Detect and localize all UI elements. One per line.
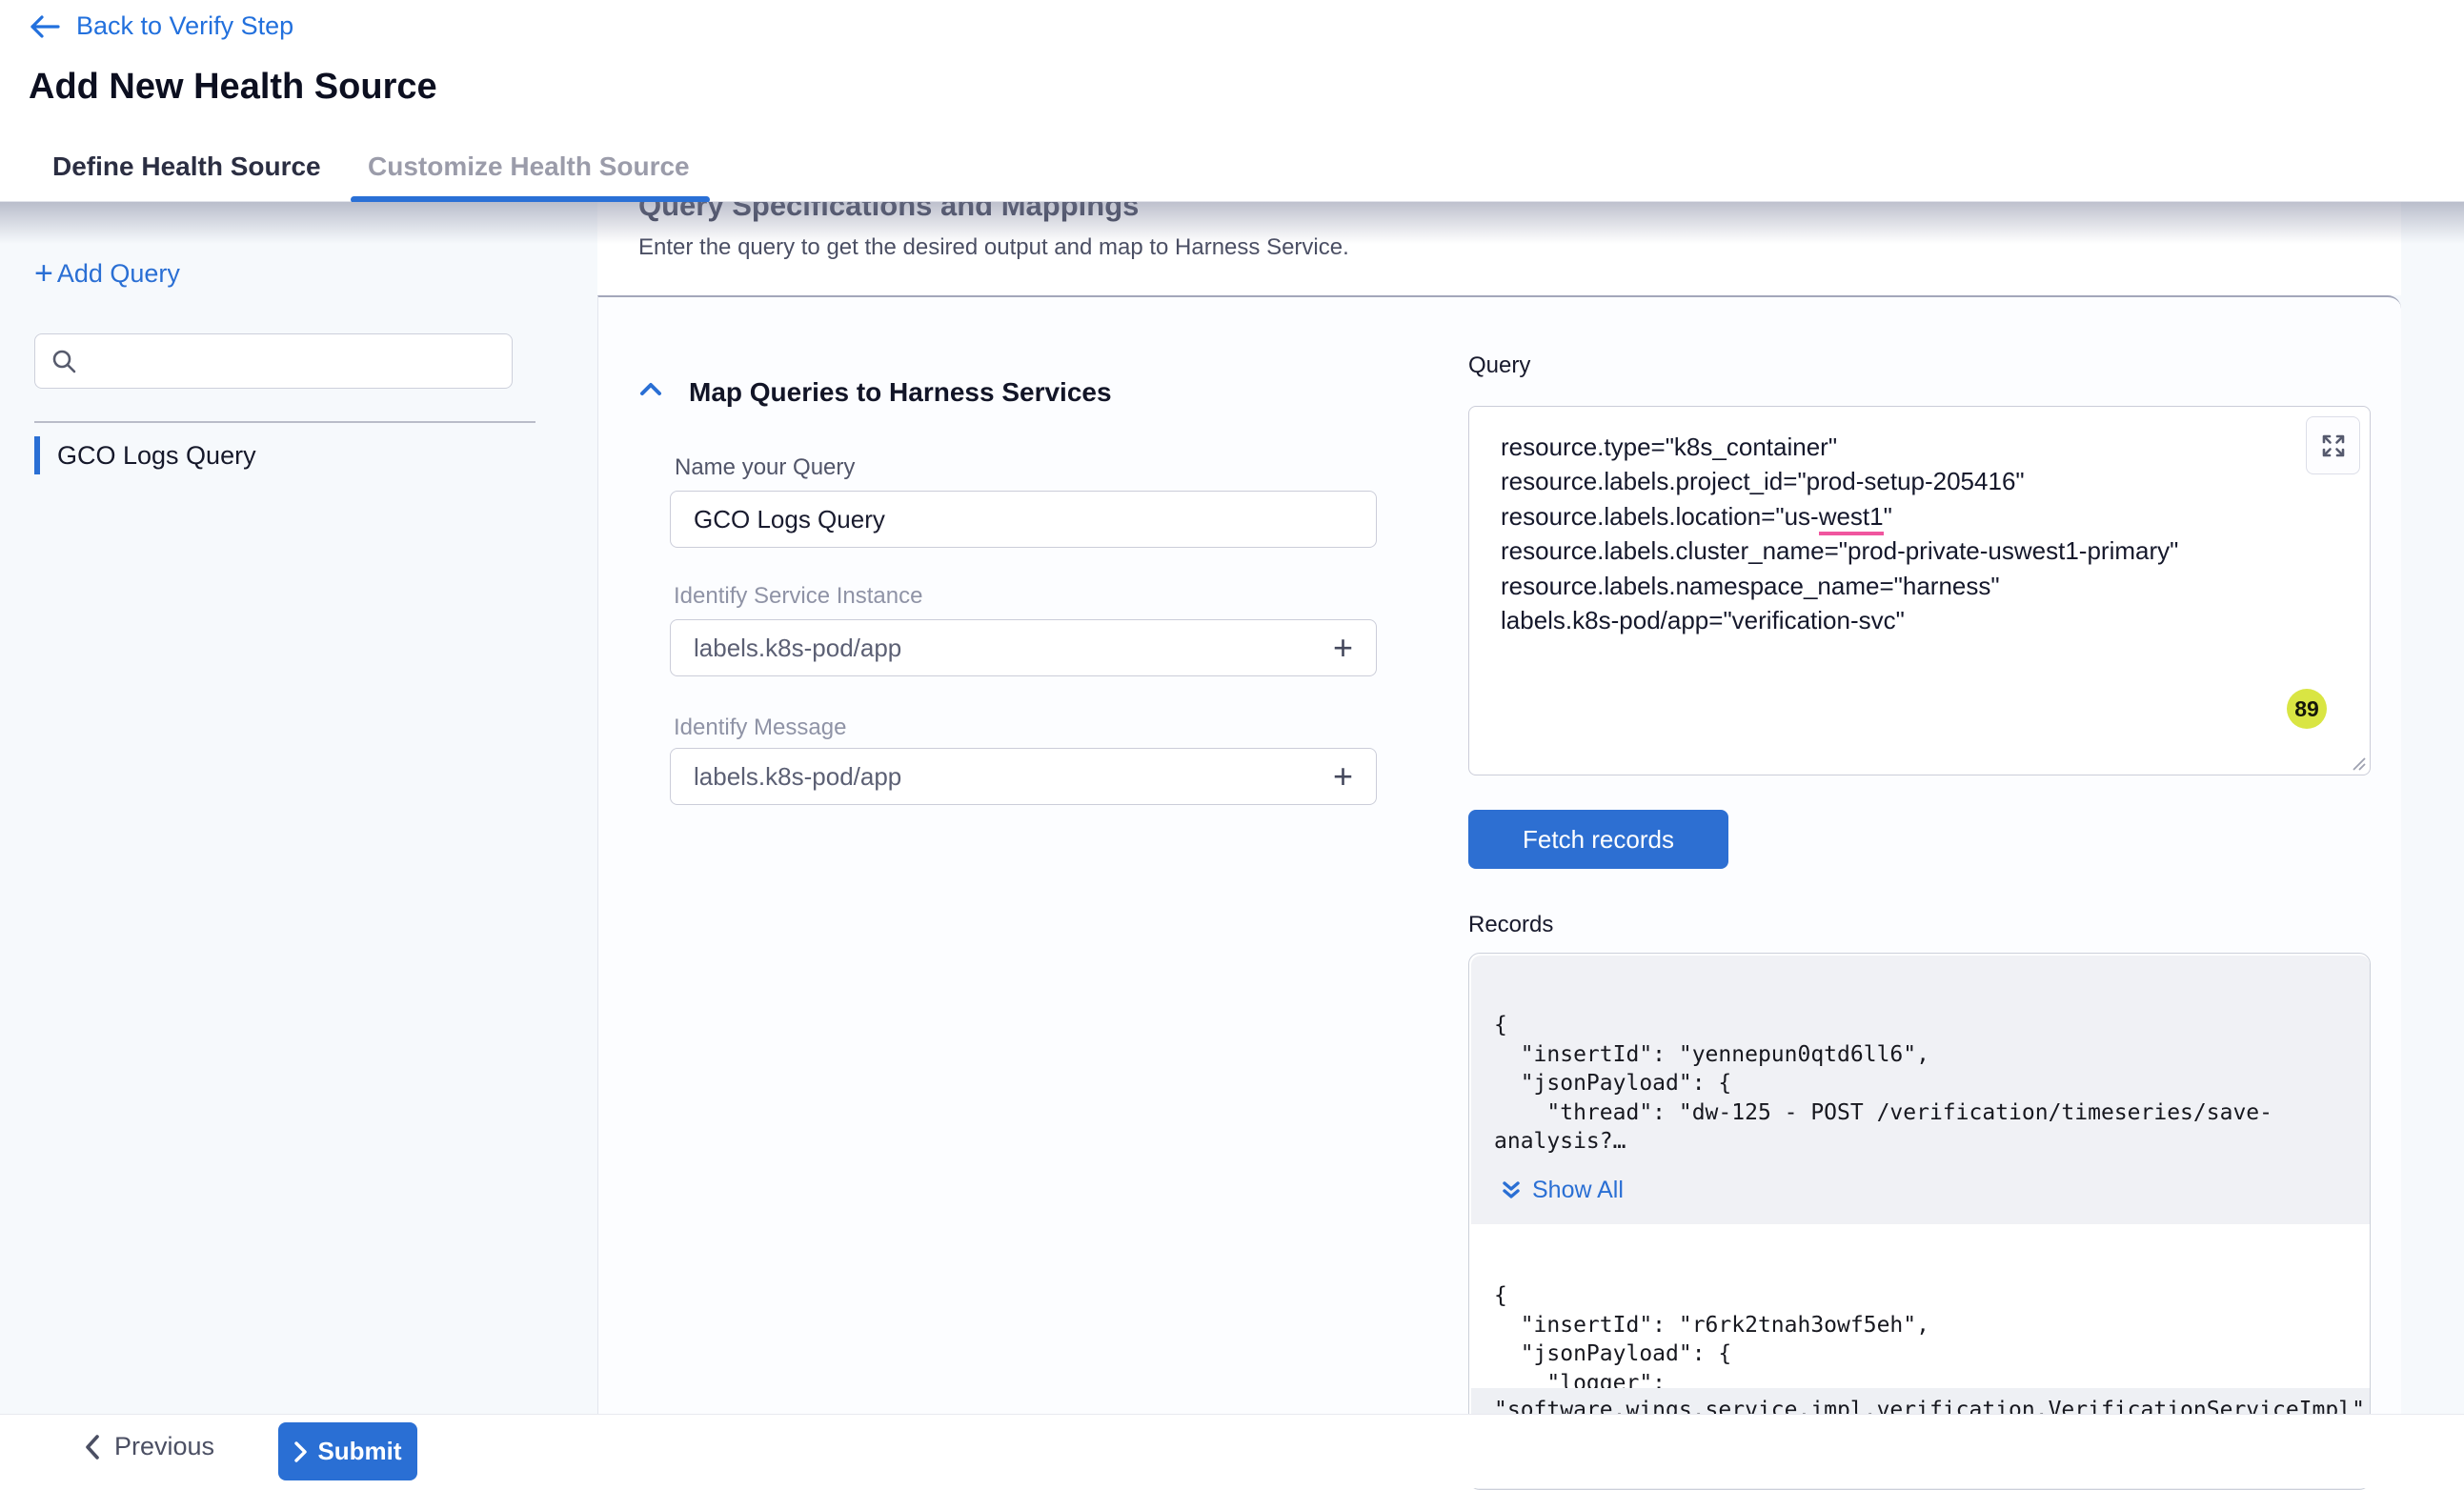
fullscreen-icon [2318, 431, 2349, 461]
add-query-label: Add Query [57, 259, 180, 289]
fetch-records-button[interactable]: Fetch records [1468, 810, 1728, 869]
page-header: Back to Verify Step Add New Health Sourc… [0, 0, 2464, 138]
chevron-right-icon [293, 1440, 308, 1463]
chevron-up-icon [637, 379, 664, 400]
content-area: + Add Query GCO Logs Query Query Specifi [0, 202, 2464, 1488]
add-query-button[interactable]: + Add Query [34, 259, 180, 289]
query-name-input[interactable]: GCO Logs Query [670, 491, 1377, 548]
add-message-button[interactable]: + [1333, 762, 1353, 791]
previous-label: Previous [114, 1432, 214, 1461]
add-health-source-page: Back to Verify Step Add New Health Sourc… [0, 0, 2464, 1488]
section-subtitle: Enter the query to get the desired outpu… [638, 234, 1349, 261]
search-input[interactable] [89, 348, 496, 375]
previous-button[interactable]: Previous [84, 1432, 214, 1461]
resize-handle[interactable] [2350, 755, 2367, 772]
records-label: Records [1468, 912, 1553, 938]
service-instance-value: labels.k8s-pod/app [694, 634, 901, 663]
record-2-json: { "insertId": "r6rk2tnah3owf5eh", "jsonP… [1494, 1281, 1929, 1398]
query-editor[interactable]: resource.type="k8s_container"resource.la… [1468, 406, 2371, 775]
section-header: Query Specifications and Mappings Enter … [597, 202, 2401, 295]
record-1-json: { "insertId": "yennepun0qtd6ll6", "jsonP… [1494, 1011, 2272, 1157]
query-item-label: GCO Logs Query [57, 441, 256, 471]
wizard-tabbar: Define Health Source Customize Health So… [0, 138, 2464, 202]
query-sidebar: + Add Query GCO Logs Query [0, 202, 597, 1488]
main-panel: Query Specifications and Mappings Enter … [597, 202, 2464, 1488]
message-field[interactable]: labels.k8s-pod/app + [670, 748, 1377, 805]
query-mapping-card: Map Queries to Harness Services Name you… [597, 295, 2401, 1488]
collapse-section-toggle[interactable] [637, 379, 664, 400]
identify-message-label: Identify Message [674, 715, 846, 741]
service-instance-field[interactable]: labels.k8s-pod/app + [670, 619, 1377, 676]
page-title: Add New Health Source [29, 67, 437, 108]
search-icon [50, 348, 77, 374]
add-service-instance-button[interactable]: + [1333, 634, 1353, 662]
tab-define-health-source[interactable]: Define Health Source [52, 151, 321, 182]
query-name-value: GCO Logs Query [694, 505, 885, 534]
records-panel: { "insertId": "yennepun0qtd6ll6", "jsonP… [1468, 953, 2371, 1490]
plus-icon: + [34, 261, 53, 287]
double-chevron-down-icon [1500, 1178, 1523, 1203]
sidebar-divider [34, 421, 535, 423]
show-all-link[interactable]: Show All [1500, 1177, 1624, 1204]
back-link-label: Back to Verify Step [76, 11, 293, 41]
back-to-verify-step-link[interactable]: Back to Verify Step [29, 11, 293, 41]
expand-query-button[interactable] [2306, 416, 2360, 474]
show-all-label: Show All [1532, 1177, 1624, 1204]
map-queries-title: Map Queries to Harness Services [689, 377, 1112, 408]
query-text: resource.type="k8s_container"resource.la… [1501, 430, 2178, 637]
submit-label: Submit [317, 1437, 401, 1466]
identify-service-instance-label: Identify Service Instance [674, 583, 922, 610]
query-label: Query [1468, 352, 1530, 379]
selected-indicator-bar [34, 436, 40, 474]
submit-button[interactable]: Submit [278, 1422, 417, 1480]
query-search-box [34, 333, 513, 389]
sidebar-item-gco-logs-query[interactable]: GCO Logs Query [34, 436, 568, 474]
wizard-footer: Previous Submit [0, 1414, 2464, 1488]
chevron-left-icon [84, 1434, 101, 1460]
arrow-left-icon [29, 14, 61, 39]
message-value: labels.k8s-pod/app [694, 762, 901, 792]
char-count-badge: 89 [2287, 689, 2327, 729]
section-title: Query Specifications and Mappings [638, 202, 1139, 223]
tab-customize-health-source[interactable]: Customize Health Source [368, 151, 690, 182]
name-query-label: Name your Query [675, 454, 855, 481]
